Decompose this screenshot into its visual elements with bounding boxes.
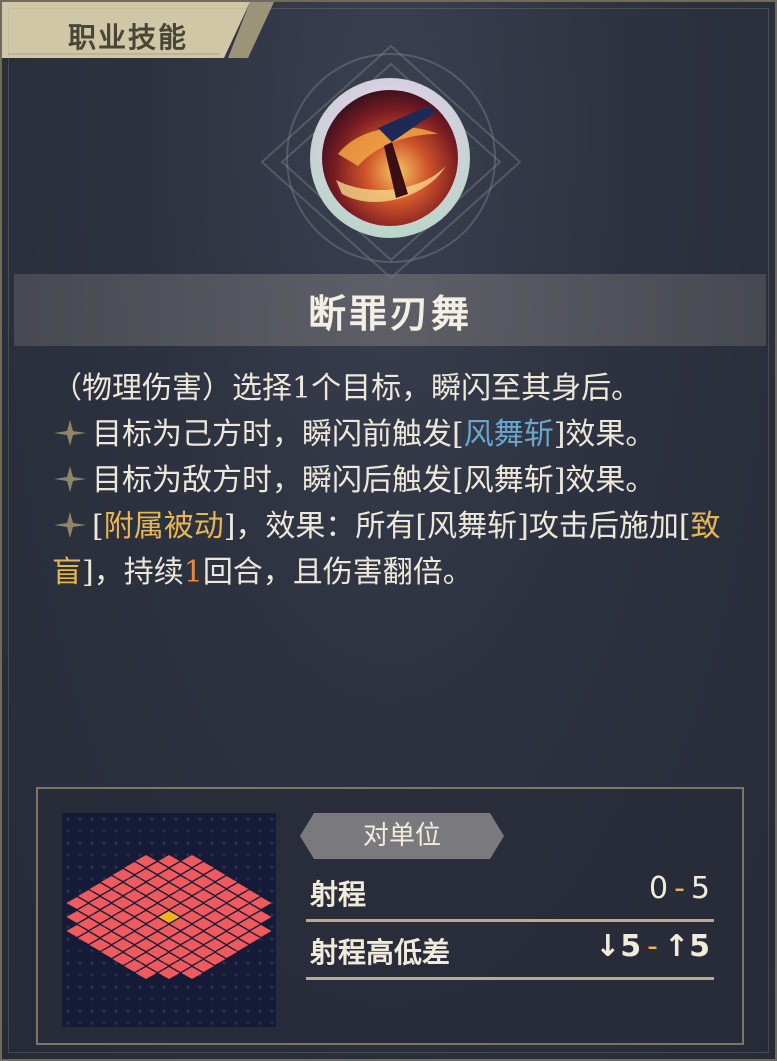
description-bullet-1: 目标为己方时，瞬闪前触发[风舞斩]效果。 bbox=[52, 412, 742, 458]
skill-title-band: 断罪刃舞 bbox=[14, 274, 766, 346]
keyword-wind-slash[interactable]: 风舞斩 bbox=[464, 417, 554, 452]
sparkle-icon bbox=[54, 420, 86, 446]
sparkle-icon bbox=[54, 512, 86, 538]
description-bullet-2: 目标为敌方时，瞬闪后触发[风舞斩]效果。 bbox=[52, 458, 742, 504]
header-tab-label: 职业技能 bbox=[68, 21, 189, 54]
crescent-blade-skill-icon bbox=[308, 76, 472, 240]
skill-description: （物理伤害）选择1个目标，瞬闪至其身后。 目标为己方时，瞬闪前触发[风舞斩]效果… bbox=[52, 366, 742, 596]
skill-detail-panel: 职业技能 断罪刃舞 （物理伤害）选择1个目标，瞬闪至其身后。 目标为己方时，瞬闪… bbox=[0, 0, 777, 1061]
target-type-tag: 对单位 bbox=[300, 813, 504, 859]
header-tab: 职业技能 bbox=[2, 2, 274, 60]
description-bullet-3: [附属被动]，效果：所有[风舞斩]攻击后施加[致盲]，持续1回合，且伤害翻倍。 bbox=[52, 509, 721, 590]
range-value: 0-5 bbox=[648, 871, 710, 906]
range-label: 射程 bbox=[310, 878, 367, 911]
range-row: 射程 0-5 bbox=[306, 865, 714, 922]
range-grid bbox=[62, 813, 276, 1027]
description-intro: （物理伤害）选择1个目标，瞬闪至其身后。 bbox=[52, 371, 642, 406]
height-diff-value: ↓5- ↑5 bbox=[595, 929, 710, 964]
duration-number: 1 bbox=[183, 555, 203, 590]
skill-name: 断罪刃舞 bbox=[307, 290, 472, 336]
height-diff-row: 射程高低差 ↓5- ↑5 bbox=[306, 923, 714, 980]
height-diff-label: 射程高低差 bbox=[310, 936, 451, 969]
range-info-box: 对单位 射程 0-5 射程高低差 ↓5- ↑5 bbox=[36, 787, 744, 1045]
target-type-label: 对单位 bbox=[362, 821, 441, 851]
sparkle-icon bbox=[54, 466, 86, 492]
keyword-sub-passive[interactable]: 附属被动 bbox=[104, 509, 224, 544]
